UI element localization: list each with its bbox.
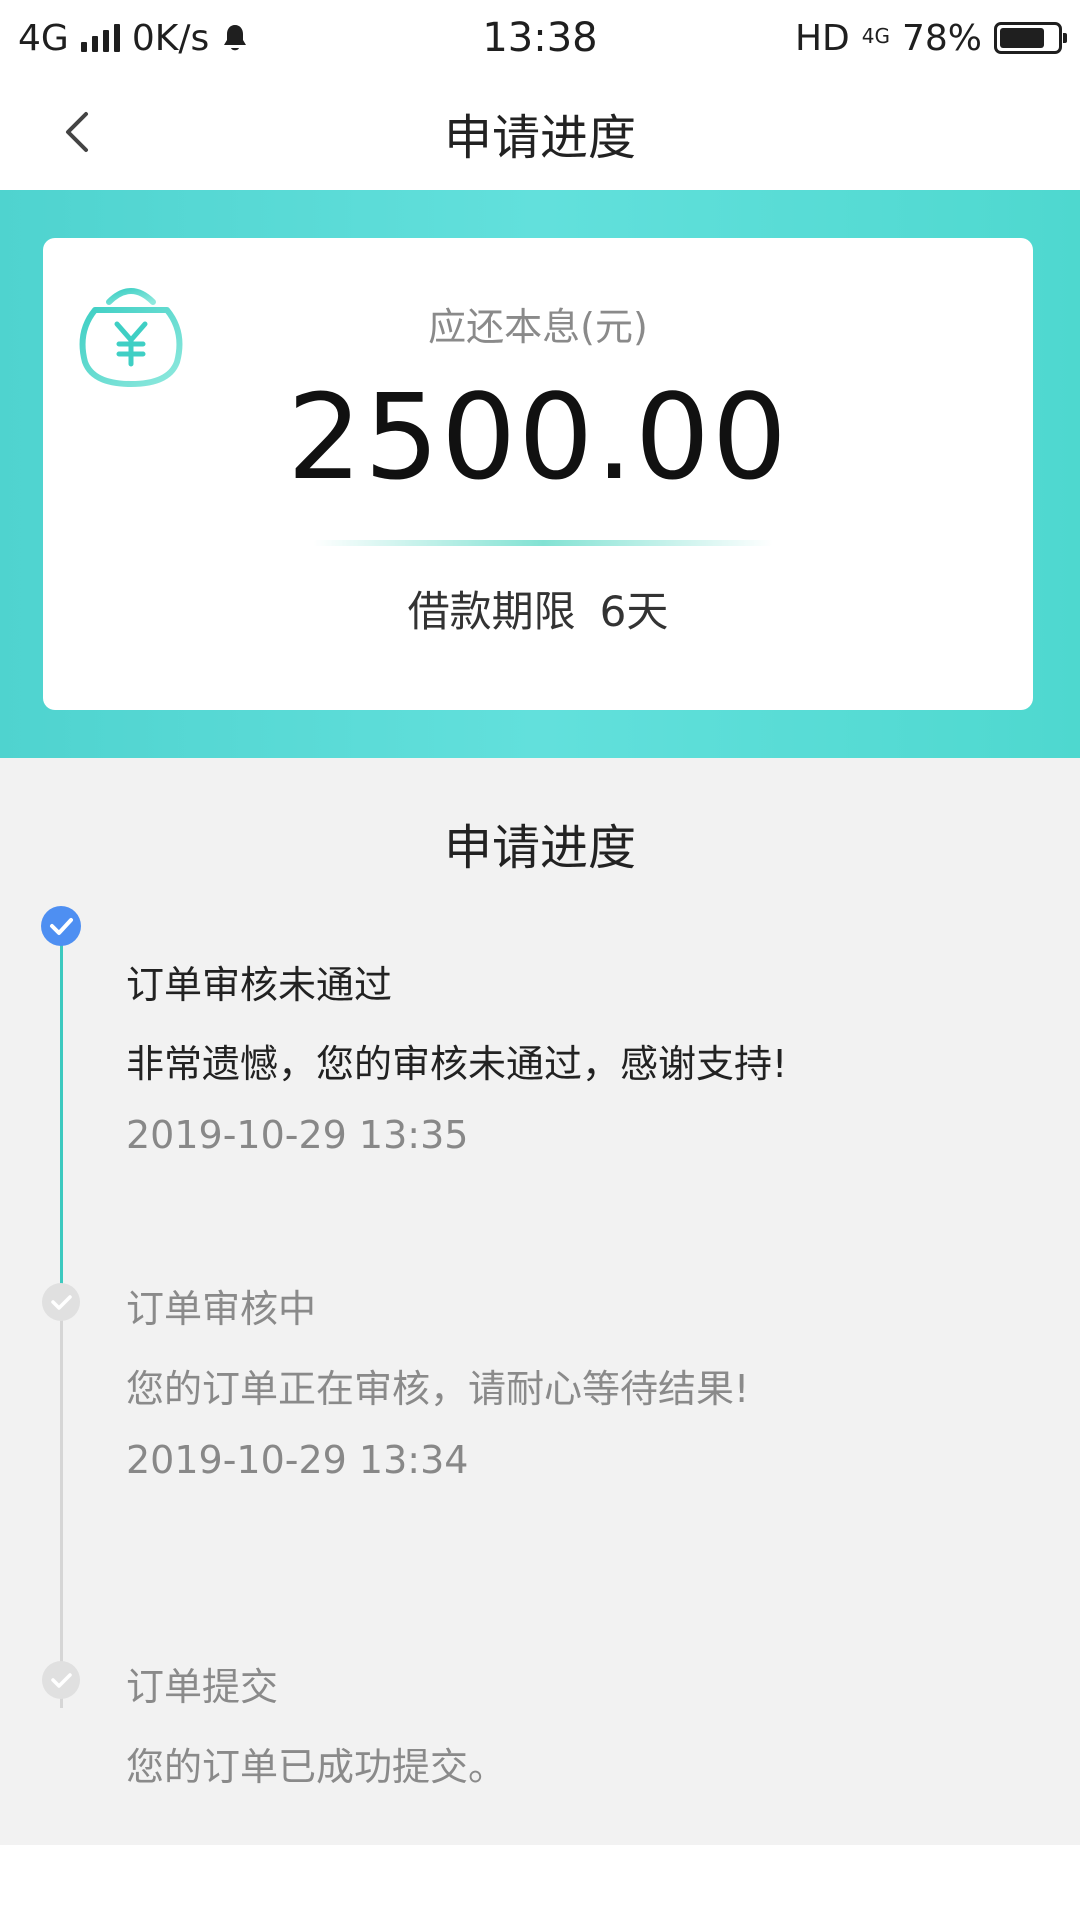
step-time: 2019-10-29 13:35 xyxy=(126,1113,469,1157)
check-circle-icon xyxy=(42,1283,80,1321)
back-arrow-icon[interactable] xyxy=(52,104,108,160)
network-type: 4G xyxy=(18,17,69,59)
step-title: 订单提交 xyxy=(126,1665,279,1709)
progress-title: 申请进度 xyxy=(443,820,636,876)
battery-level xyxy=(1000,28,1044,48)
hd-badge: HD xyxy=(794,17,850,59)
network-speed: 0K/s xyxy=(131,17,210,59)
timeline-line xyxy=(60,1288,63,1708)
step-title: 订单审核中 xyxy=(126,1287,317,1331)
summary-card: 应还本息(元) 2500.00 借款期限 6天 xyxy=(43,238,1033,710)
status-left: 4G 0K/s xyxy=(18,18,249,59)
loan-term-value: 6天 xyxy=(599,587,669,636)
status-bar: 4G 0K/s 13:38 HD 4G 78% xyxy=(0,0,1080,76)
network-type-right: 4G xyxy=(861,23,890,48)
notification-icon xyxy=(224,25,247,51)
step-description: 非常遗憾，您的审核未通过，感谢支持! xyxy=(126,1042,788,1086)
status-right: HD 4G 78% xyxy=(794,17,1067,59)
loan-term: 借款期限 6天 xyxy=(43,578,1033,639)
nav-bar: 申请进度 xyxy=(0,76,1080,190)
check-circle-icon xyxy=(41,906,81,946)
step-time: 2019-10-29 13:34 xyxy=(126,1438,469,1482)
signal-icon xyxy=(80,24,120,52)
divider xyxy=(313,540,773,546)
battery-icon xyxy=(994,22,1067,54)
step-description: 您的订单正在审核，请耐心等待结果! xyxy=(126,1367,750,1411)
loan-term-label: 借款期限 xyxy=(407,587,576,636)
battery-percent: 78% xyxy=(901,17,982,59)
step-title: 订单审核未通过 xyxy=(126,963,393,1007)
amount-label: 应还本息(元) xyxy=(428,305,648,349)
summary-banner: 应还本息(元) 2500.00 借款期限 6天 xyxy=(0,190,1080,758)
step-description: 您的订单已成功提交。 xyxy=(126,1745,507,1789)
progress-section: 申请进度 订单审核未通过 非常遗憾，您的审核未通过，感谢支持! 2019-10-… xyxy=(0,758,1080,1845)
timeline-line-active xyxy=(60,936,63,1288)
check-circle-icon xyxy=(42,1661,80,1699)
amount-value: 2500.00 xyxy=(287,368,789,506)
page-title: 申请进度 xyxy=(443,110,636,166)
